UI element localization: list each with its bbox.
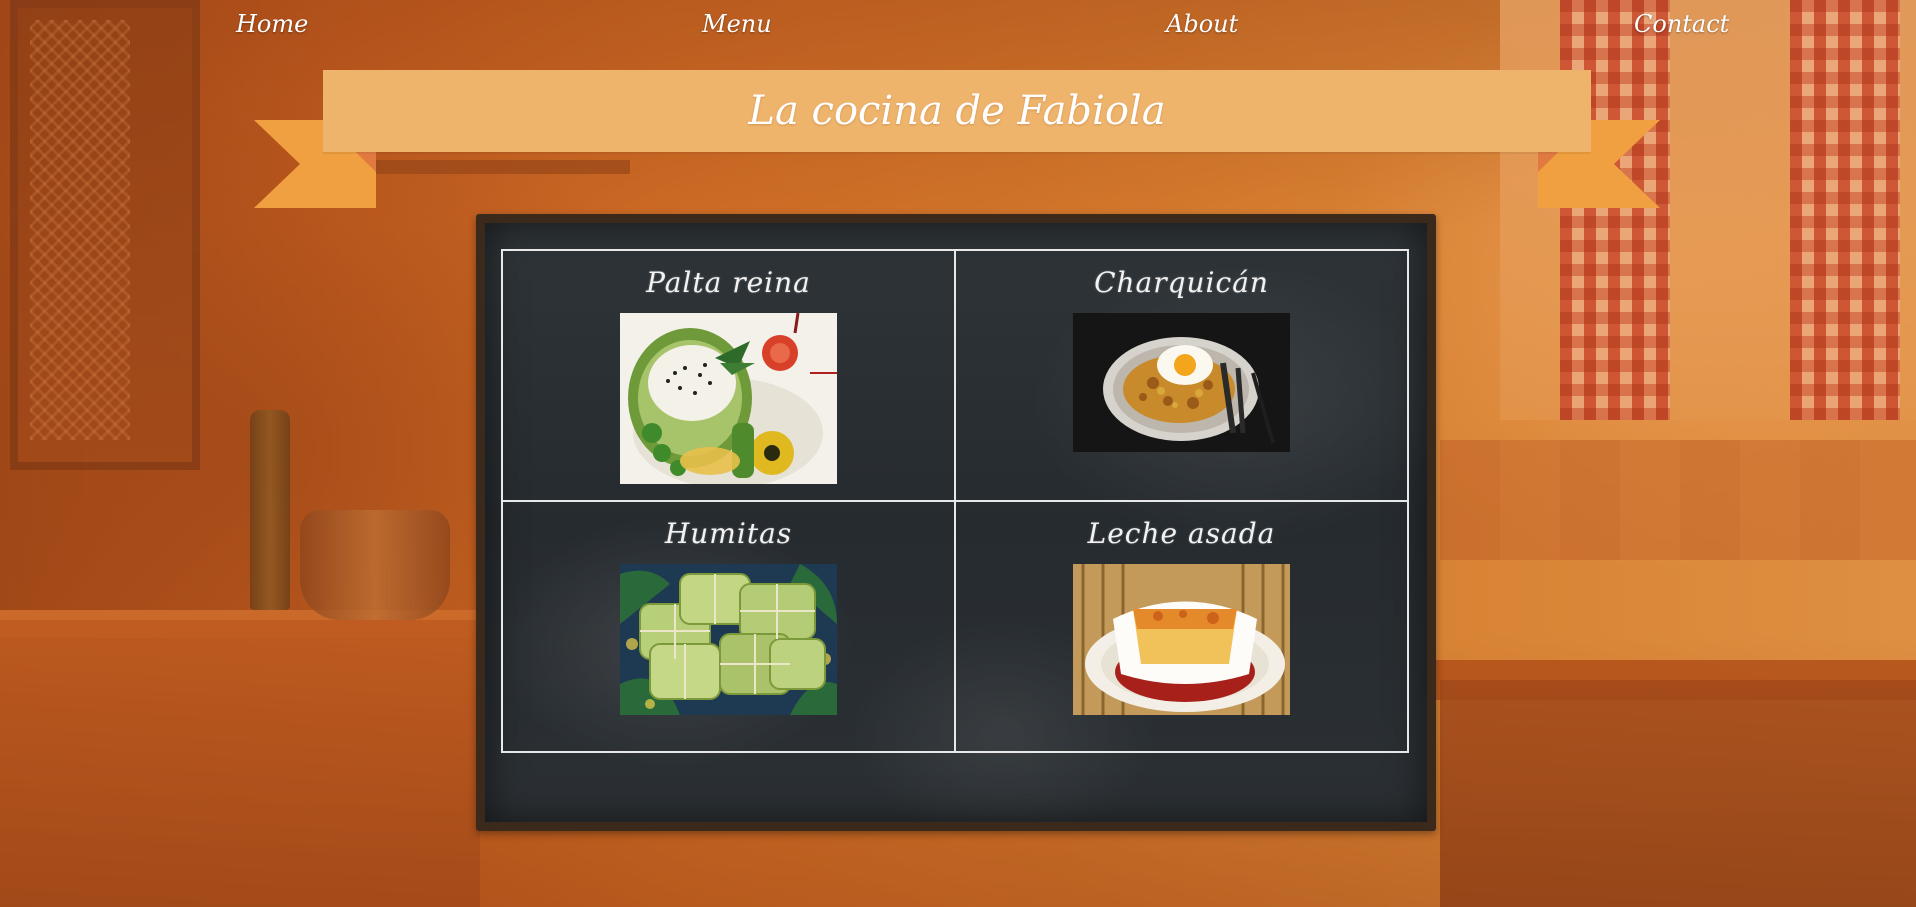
site-title: La cocina de Fabiola — [748, 88, 1166, 134]
main-nav: Home Menu About Contact — [0, 0, 1916, 52]
menu-chalkboard: Palta reina Charquicán Humitas Leche asa… — [476, 214, 1436, 831]
menu-item: Leche asada — [955, 501, 1408, 752]
dish-name: Leche asada — [1087, 517, 1276, 550]
leche-asada-photo — [1073, 564, 1290, 715]
humitas-photo — [620, 564, 837, 715]
menu-grid: Palta reina Charquicán Humitas Leche asa… — [501, 249, 1409, 753]
dish-name: Humitas — [664, 517, 793, 550]
nav-contact-link[interactable]: Contact — [1634, 10, 1729, 38]
nav-about-link[interactable]: About — [1166, 10, 1238, 38]
dish-name: Palta reina — [646, 266, 811, 299]
dish-name: Charquicán — [1094, 266, 1269, 299]
site-banner: La cocina de Fabiola — [323, 70, 1591, 152]
nav-menu-link[interactable]: Menu — [702, 10, 772, 38]
menu-item: Charquicán — [955, 250, 1408, 501]
nav-home-link[interactable]: Home — [236, 10, 308, 38]
palta-reina-photo — [620, 313, 837, 484]
charquican-photo — [1073, 313, 1290, 452]
menu-item: Palta reina — [502, 250, 955, 501]
menu-item: Humitas — [502, 501, 955, 752]
